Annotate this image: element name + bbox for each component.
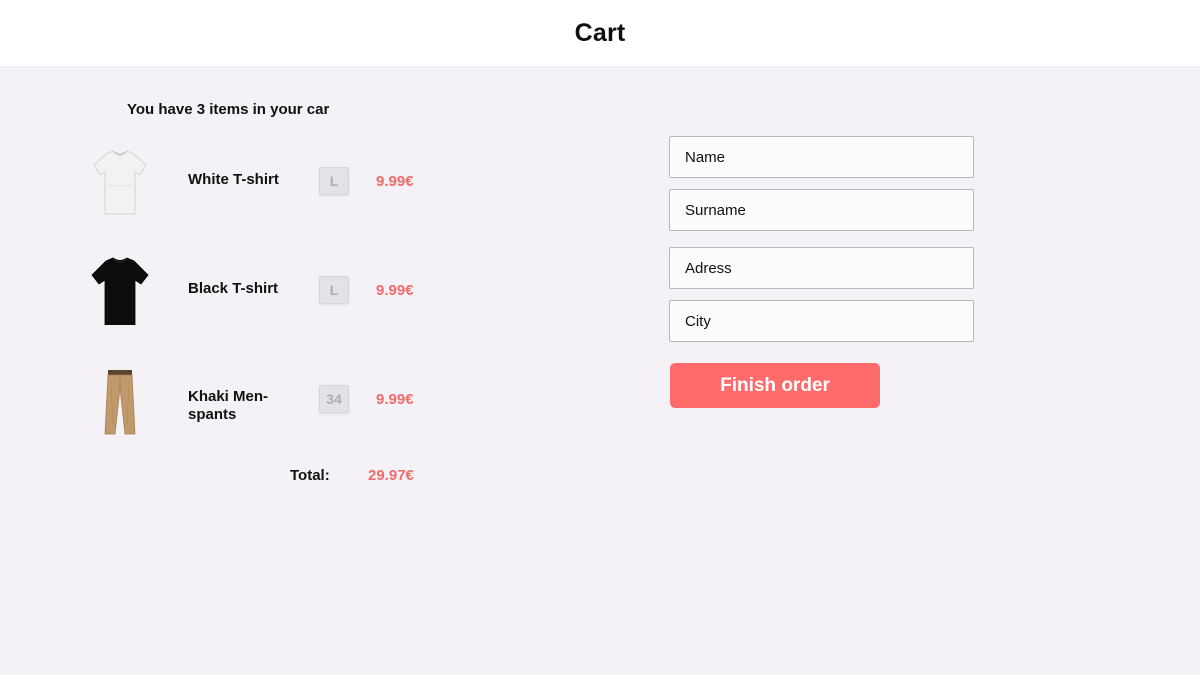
white-tshirt-image (93, 150, 147, 215)
khaki-pants-image (104, 370, 136, 435)
finish-order-button[interactable]: Finish order (670, 363, 880, 408)
name-input[interactable] (669, 136, 974, 178)
size-badge: L (319, 276, 349, 304)
size-badge: 34 (319, 385, 349, 413)
total-value: 29.97€ (368, 467, 414, 484)
product-name: Khaki Men-spants (188, 388, 269, 423)
product-price: 9.99€ (376, 282, 414, 299)
cart-item: Black T-shirt L 9.99€ (0, 249, 460, 329)
page-title: Cart (574, 18, 626, 47)
surname-input[interactable] (669, 189, 974, 231)
cart-item: Khaki Men-spants 34 9.99€ (0, 358, 460, 438)
top-bar: Cart (0, 0, 1200, 66)
cart-summary: You have 3 items in your car (127, 101, 330, 118)
cart-item: White T-shirt L 9.99€ (0, 140, 460, 220)
black-tshirt-image (91, 257, 149, 325)
product-name: White T-shirt (188, 171, 279, 188)
product-name: Black T-shirt (188, 280, 279, 297)
product-price: 9.99€ (376, 391, 414, 408)
size-badge: L (319, 167, 349, 195)
city-input[interactable] (669, 300, 974, 342)
address-input[interactable] (669, 247, 974, 289)
total-label: Total: (290, 467, 330, 484)
product-price: 9.99€ (376, 173, 414, 190)
